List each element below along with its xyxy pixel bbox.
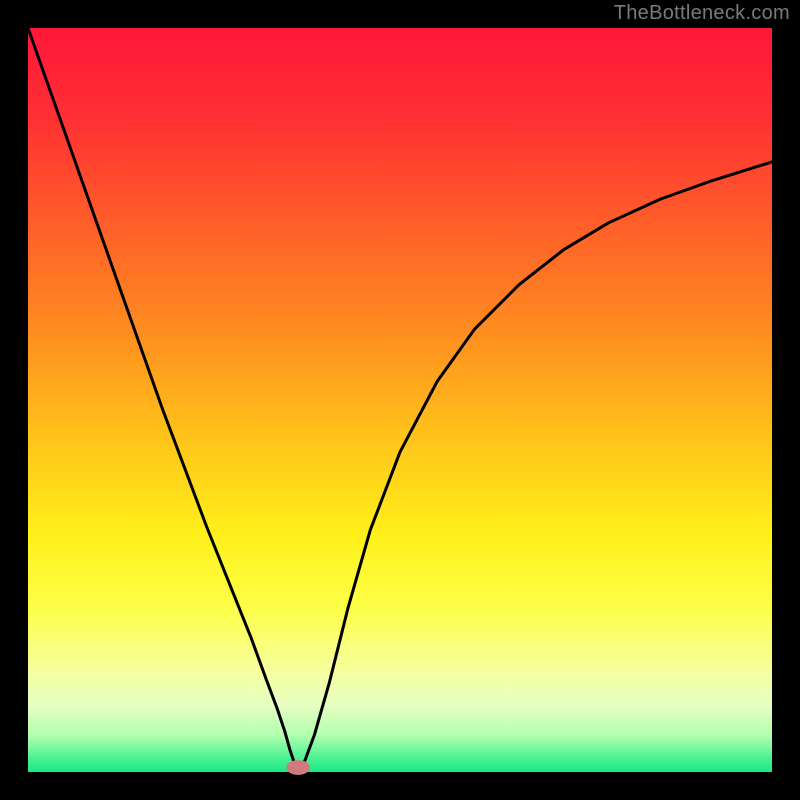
optimal-point-marker bbox=[286, 760, 310, 775]
chart-svg bbox=[0, 0, 800, 800]
plot-background bbox=[28, 28, 772, 772]
watermark-text: TheBottleneck.com bbox=[614, 2, 790, 25]
chart-container: TheBottleneck.com bbox=[0, 0, 800, 800]
